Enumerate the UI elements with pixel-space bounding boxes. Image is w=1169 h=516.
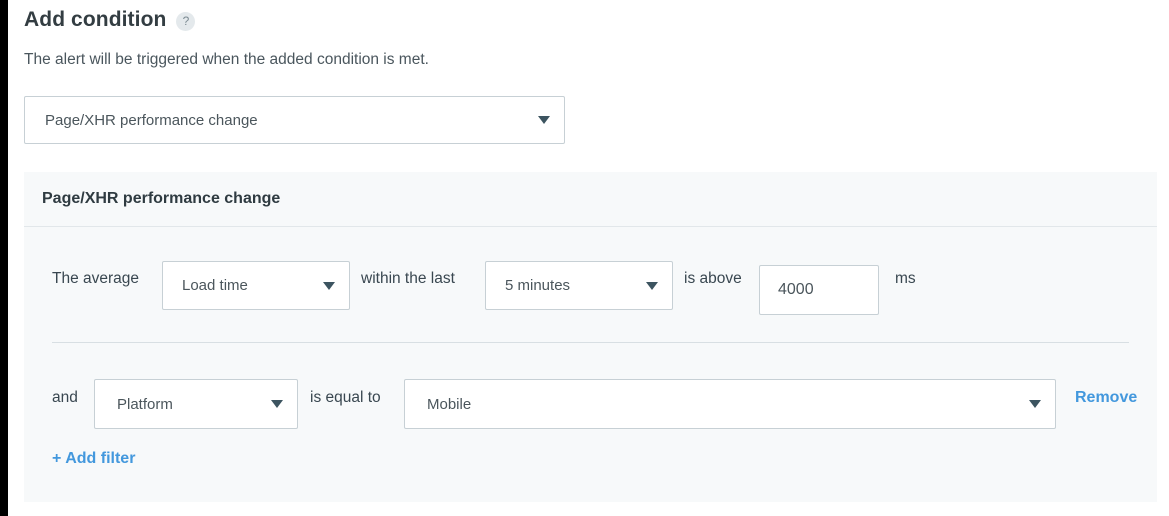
help-question-icon[interactable]: ?	[176, 12, 196, 31]
conjunction-label: and	[52, 389, 78, 406]
add-filter-link[interactable]: + Add filter	[52, 450, 135, 468]
average-prefix-label: The average	[52, 270, 140, 287]
timeframe-value: 5 minutes	[505, 277, 571, 294]
filter-value-select[interactable]: Mobile	[404, 379, 1056, 429]
filter-field-value: Platform	[117, 395, 173, 413]
filter-value: Mobile	[427, 395, 472, 413]
within-last-label: within the last	[361, 270, 455, 287]
page-title: Add condition	[24, 8, 167, 31]
filter-row: and Platform is equal to Mobile Remove	[24, 367, 1157, 437]
comparator-label: is above	[684, 270, 742, 287]
filter-field-select[interactable]: Platform	[94, 379, 298, 429]
condition-panel: Page/XHR performance change The average …	[24, 172, 1157, 502]
metric-select[interactable]: Load time	[162, 261, 350, 310]
condition-row: The average Load time within the last 5 …	[24, 227, 1157, 332]
timeframe-select[interactable]: 5 minutes	[485, 261, 673, 310]
filter-operator-label: is equal to	[310, 389, 381, 406]
page-title-row: Add condition ?	[24, 8, 196, 32]
metric-value: Load time	[182, 277, 248, 294]
remove-filter-link[interactable]: Remove	[1075, 389, 1137, 407]
unit-label: ms	[895, 270, 916, 287]
page-container: Add condition ? The alert will be trigge…	[8, 0, 1169, 516]
row-divider	[52, 342, 1129, 343]
condition-type-value: Page/XHR performance change	[45, 111, 258, 129]
left-edge-rail	[0, 0, 8, 516]
chevron-down-icon	[646, 281, 658, 290]
chevron-down-icon	[271, 400, 283, 408]
panel-title: Page/XHR performance change	[42, 190, 281, 207]
chevron-down-icon	[1029, 400, 1041, 408]
page-description: The alert will be triggered when the add…	[24, 51, 429, 68]
chevron-down-icon	[538, 116, 550, 124]
threshold-input[interactable]	[759, 265, 879, 315]
panel-header: Page/XHR performance change	[24, 172, 1157, 227]
condition-type-select[interactable]: Page/XHR performance change	[24, 96, 565, 144]
chevron-down-icon	[323, 281, 335, 290]
